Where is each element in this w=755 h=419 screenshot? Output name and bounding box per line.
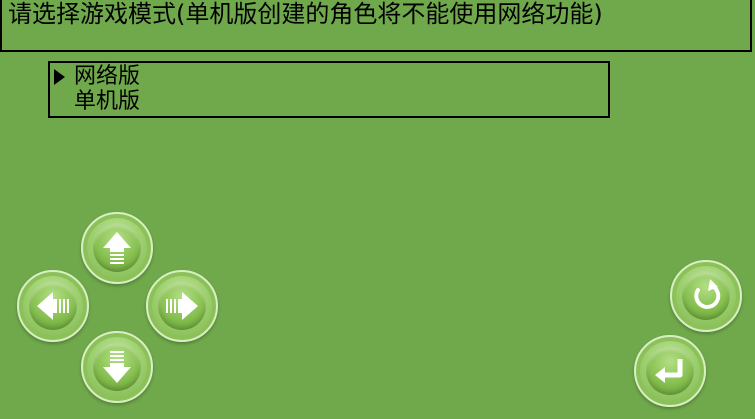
dpad-down-button[interactable] [81,331,153,403]
menu-item-offline[interactable]: 单机版 [74,90,140,114]
menu-item-online[interactable]: 网络版 [74,65,140,89]
dpad-up-button[interactable] [81,212,153,284]
arrow-left-icon [37,292,69,320]
arrow-right-icon [166,292,198,320]
dpad-right-button[interactable] [146,270,218,342]
mode-menu: 网络版 单机版 [48,61,610,118]
prompt-bar: 请选择游戏模式(单机版创建的角色将不能使用网络功能) [0,0,752,52]
arrow-down-icon [103,351,131,383]
rotate-button[interactable] [670,260,742,332]
enter-icon [655,359,683,383]
dpad-left-button[interactable] [17,270,89,342]
enter-button[interactable] [634,335,706,407]
prompt-text: 请选择游戏模式(单机版创建的角色将不能使用网络功能) [8,0,603,28]
arrow-up-icon [103,232,131,264]
selection-cursor-icon [54,69,65,85]
game-screen: 请选择游戏模式(单机版创建的角色将不能使用网络功能) 网络版 单机版 [0,0,755,419]
rotate-icon [694,279,721,309]
